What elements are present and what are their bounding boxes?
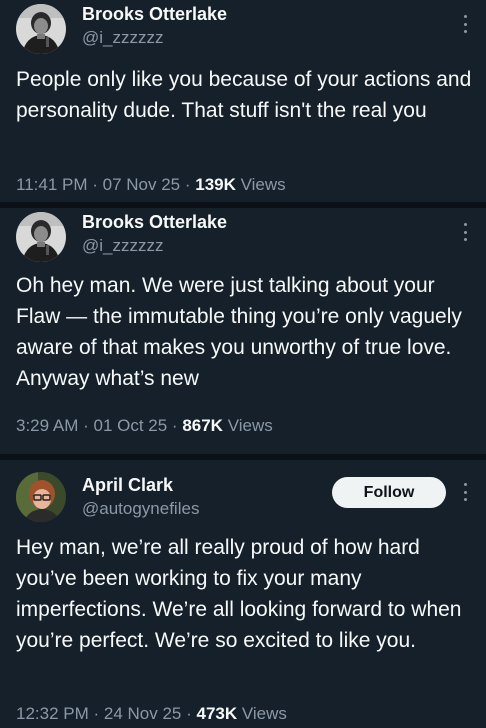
meta-separator: · <box>181 704 197 723</box>
avatar[interactable] <box>16 472 66 522</box>
meta-separator: · <box>87 175 103 194</box>
tweet-date[interactable]: 24 Nov 25 <box>104 704 182 723</box>
views-count[interactable]: 139K <box>195 175 236 194</box>
tweet-text: Oh hey man. We were just talking about y… <box>16 274 462 390</box>
tweet[interactable]: Brooks Otterlake @i_zzzzzz Oh hey man. W… <box>0 208 486 454</box>
views-count[interactable]: 473K <box>196 704 237 723</box>
tweet[interactable]: April Clark @autogynefiles Follow Hey ma… <box>0 460 486 728</box>
tweet-meta: 12:32 PM · 24 Nov 25 · 473K Views <box>16 704 287 724</box>
tweet[interactable]: Brooks Otterlake @i_zzzzzz People only l… <box>0 0 486 202</box>
meta-separator: · <box>180 175 196 194</box>
meta-separator: · <box>88 704 104 723</box>
author-handle[interactable]: @autogynefiles <box>82 499 199 519</box>
author-name[interactable]: Brooks Otterlake <box>82 4 227 25</box>
follow-button[interactable]: Follow <box>332 477 446 508</box>
tweet-text: People only like you because of your act… <box>16 68 472 122</box>
avatar-image <box>16 4 66 54</box>
views-label: Views <box>227 416 273 435</box>
meta-separator: · <box>167 416 183 435</box>
tweet-meta: 3:29 AM · 01 Oct 25 · 867K Views <box>16 416 273 436</box>
author-handle[interactable]: @i_zzzzzz <box>82 28 164 48</box>
avatar[interactable] <box>16 4 66 54</box>
more-vertical-icon[interactable] <box>458 13 472 35</box>
meta-separator: · <box>78 416 94 435</box>
views-label: Views <box>240 175 286 194</box>
tweet-text: Hey man, we’re all really proud of how h… <box>16 536 462 652</box>
tweet-date[interactable]: 07 Nov 25 <box>103 175 181 194</box>
avatar-image <box>16 212 66 262</box>
more-vertical-icon[interactable] <box>458 481 472 503</box>
tweet-meta: 11:41 PM · 07 Nov 25 · 139K Views <box>16 175 286 195</box>
avatar[interactable] <box>16 212 66 262</box>
author-name[interactable]: Brooks Otterlake <box>82 212 227 233</box>
author-handle[interactable]: @i_zzzzzz <box>82 236 164 256</box>
more-vertical-icon[interactable] <box>458 221 472 243</box>
tweet-feed: Brooks Otterlake @i_zzzzzz People only l… <box>0 0 486 728</box>
tweet-time[interactable]: 12:32 PM <box>16 704 89 723</box>
avatar-image <box>16 472 66 522</box>
tweet-time[interactable]: 11:41 PM <box>16 175 88 194</box>
tweet-time[interactable]: 3:29 AM <box>16 416 78 435</box>
tweet-date[interactable]: 01 Oct 25 <box>93 416 167 435</box>
author-name[interactable]: April Clark <box>82 475 173 496</box>
views-count[interactable]: 867K <box>182 416 223 435</box>
views-label: Views <box>241 704 287 723</box>
